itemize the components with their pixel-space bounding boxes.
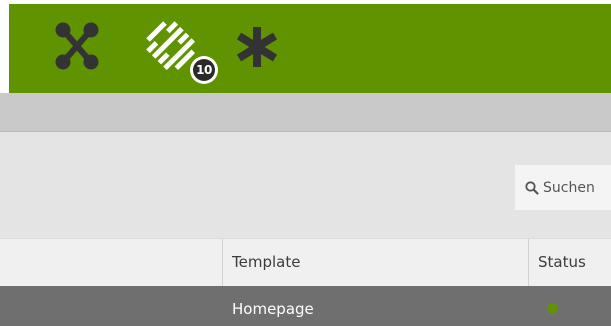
nodes-icon[interactable]	[50, 4, 104, 93]
template-cell: Homepage	[232, 300, 314, 318]
search-input[interactable]	[543, 179, 611, 196]
notification-badge: 10	[190, 56, 218, 84]
table-header: Template Status	[0, 238, 611, 286]
status-indicator	[547, 303, 558, 314]
tiles-icon[interactable]	[139, 4, 229, 93]
column-header-label: Template	[232, 253, 301, 271]
asterisk-icon[interactable]	[235, 4, 279, 93]
top-toolbar: 10	[9, 4, 611, 93]
app-frame: 10 Template Status	[0, 0, 611, 326]
badge-count: 10	[193, 59, 215, 81]
table-row[interactable]: Homepage	[0, 286, 611, 326]
column-header-template[interactable]: Template	[222, 239, 528, 286]
search-box[interactable]	[515, 165, 611, 210]
column-header-status[interactable]: Status	[528, 239, 611, 286]
search-icon	[525, 180, 539, 195]
column-header-label: Status	[538, 253, 586, 271]
secondary-toolbar	[0, 93, 611, 132]
